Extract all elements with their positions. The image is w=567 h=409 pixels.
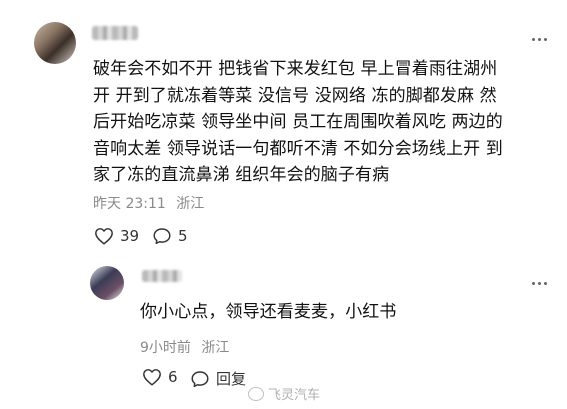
reply-location: 浙江 (201, 340, 230, 356)
username-blurred[interactable] (142, 270, 182, 282)
comment-text: 破年会不如不开 把钱省下来发红包 早上冒着雨往湖州 开 开到了就冻着等菜 没信号… (93, 56, 548, 189)
avatar[interactable] (34, 22, 76, 64)
reply-count: 5 (178, 227, 188, 245)
comment-line: 开 开到了就冻着等菜 没信号 没网络 冻的脚都发麻 然 (93, 85, 497, 106)
heart-icon (95, 228, 113, 245)
comment-bubble-icon (153, 228, 171, 245)
comment-meta: 昨天 23:11 浙江 (93, 193, 204, 213)
comment-line: 音响太差 领导说话一句都听不清 不如分会场线上开 到 (93, 138, 503, 159)
comment-line: 后开始吃凉菜 领导坐中间 员工在周围吹着风吃 两边的 (93, 112, 503, 132)
like-button[interactable]: 39 (94, 227, 139, 245)
watermark: 飞灵汽车 (248, 384, 320, 403)
reply-label: 回复 (216, 370, 247, 388)
username-blurred[interactable] (92, 26, 138, 40)
heart-icon (143, 369, 161, 386)
reply-time: 9小时前 (140, 340, 191, 356)
comment-time: 昨天 23:11 (93, 196, 166, 212)
comment-line: 破年会不如不开 把钱省下来发红包 早上冒着雨往湖州 (93, 59, 498, 79)
like-count: 39 (120, 227, 140, 245)
watermark-text: 飞灵汽车 (268, 388, 321, 403)
more-options-icon[interactable] (532, 282, 547, 285)
like-button[interactable]: 6 (142, 368, 178, 386)
watermark-logo-icon (248, 386, 264, 401)
comment-line: 家了冻的直流鼻涕 组织年会的脑子有病 (93, 165, 390, 185)
reply-meta: 9小时前 浙江 (140, 337, 229, 357)
comment-location: 浙江 (176, 196, 205, 212)
avatar[interactable] (90, 266, 124, 300)
more-options-icon[interactable] (532, 38, 547, 41)
reply-text: 你小心点，领导还看麦麦，小红书 (140, 302, 397, 322)
reply-button[interactable]: 回复 (190, 368, 246, 389)
comment-reply-button[interactable]: 5 (152, 227, 188, 245)
like-count: 6 (168, 368, 178, 386)
comment-bubble-icon (191, 370, 209, 387)
